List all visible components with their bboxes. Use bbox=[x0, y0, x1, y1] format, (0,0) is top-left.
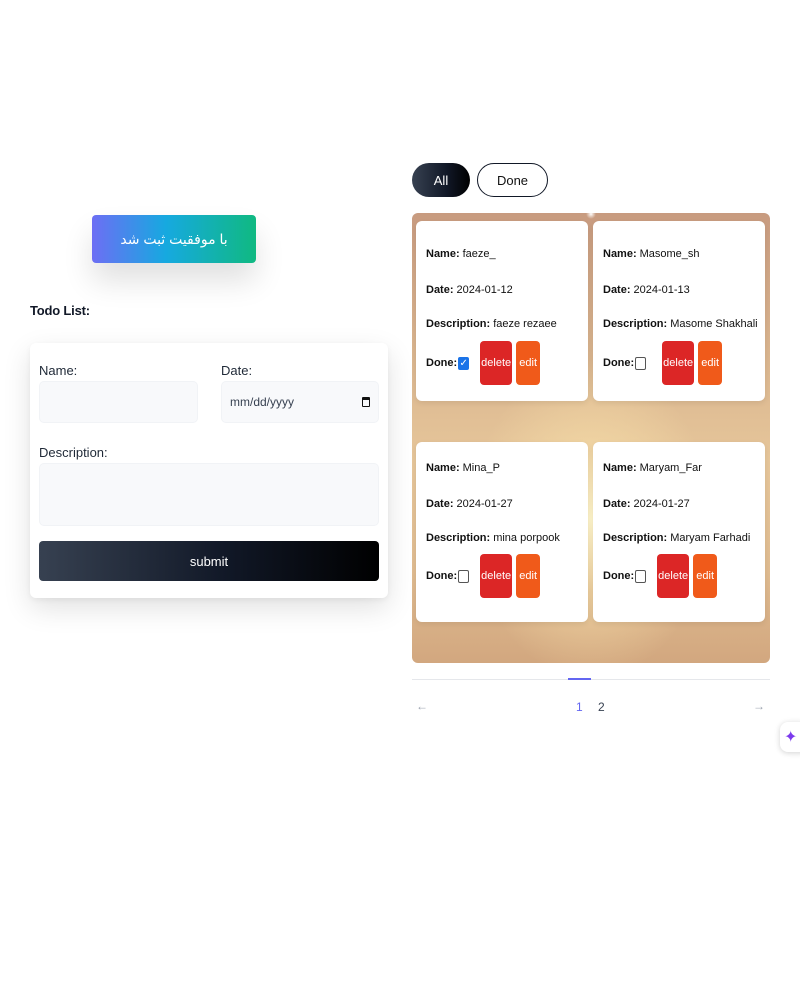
page-1-link[interactable]: 1 bbox=[576, 700, 583, 714]
edit-button[interactable]: edit bbox=[516, 554, 541, 598]
todo-name-row: Name: Masome_sh bbox=[603, 248, 700, 260]
todo-card: Name: Maryam_Far Date: 2024-01-27 Descript… bbox=[593, 442, 765, 622]
todo-card: Name: faeze_ Date: 2024-01-12 Description:… bbox=[416, 221, 588, 401]
pagination-active-indicator bbox=[568, 678, 591, 680]
todo-date-row: Date: 2024-01-13 bbox=[603, 284, 690, 296]
edit-button[interactable]: edit bbox=[516, 341, 541, 385]
todo-date: 2024-01-27 bbox=[456, 498, 513, 510]
todo-date-row: Date: 2024-01-27 bbox=[426, 498, 513, 510]
todo-date: 2024-01-13 bbox=[633, 284, 690, 296]
todo-actions: Done: ✓ delete edit bbox=[426, 341, 541, 385]
date-label: Date: bbox=[603, 498, 631, 510]
todo-date: 2024-01-12 bbox=[456, 284, 513, 296]
filter-done-button[interactable]: Done bbox=[477, 163, 548, 197]
submit-button[interactable]: submit bbox=[39, 541, 379, 581]
description-label: Description: bbox=[39, 445, 108, 460]
date-label: Date: bbox=[426, 498, 454, 510]
name-label: Name: bbox=[426, 248, 460, 260]
edit-button[interactable]: edit bbox=[693, 554, 718, 598]
page-2-link[interactable]: 2 bbox=[598, 700, 605, 714]
todo-name-row: Name: Maryam_Far bbox=[603, 462, 702, 474]
date-label: Date: bbox=[603, 284, 631, 296]
delete-button[interactable]: delete bbox=[657, 554, 690, 598]
filter-all-button[interactable]: All bbox=[412, 163, 470, 197]
todo-description: Maryam Farhadi bbox=[670, 532, 751, 544]
todo-description: faeze rezaee bbox=[493, 318, 557, 330]
section-title: Todo List: bbox=[30, 303, 90, 318]
todo-description: Masome Shakhali bbox=[670, 318, 758, 330]
next-page-arrow-icon[interactable]: → bbox=[753, 699, 765, 713]
name-label: Name: bbox=[39, 363, 78, 378]
todo-name-row: Name: faeze_ bbox=[426, 248, 496, 260]
done-checkbox[interactable] bbox=[458, 569, 470, 583]
date-input[interactable]: mm/dd/yyyy bbox=[221, 381, 379, 423]
edit-button[interactable]: edit bbox=[698, 341, 723, 385]
done-checkbox[interactable]: ✓ bbox=[458, 356, 470, 370]
todo-name-row: Name: Mina_P bbox=[426, 462, 500, 474]
todo-name: Maryam_Far bbox=[639, 462, 702, 474]
todo-actions: Done: delete edit bbox=[426, 554, 541, 598]
sparkle-icon[interactable]: ✦ bbox=[780, 722, 800, 752]
description-label: Description: bbox=[603, 532, 668, 544]
todo-card: Name: Masome_sh Date: 2024-01-13 Descripti… bbox=[593, 221, 765, 401]
todo-name: Masome_sh bbox=[639, 248, 700, 260]
date-label: Date: bbox=[426, 284, 454, 296]
description-label: Description: bbox=[603, 318, 668, 330]
delete-button[interactable]: delete bbox=[662, 341, 695, 385]
todo-description-row: Description: faeze rezaee bbox=[426, 318, 557, 330]
todo-description: mina porpook bbox=[493, 532, 560, 544]
todo-date-row: Date: 2024-01-27 bbox=[603, 498, 690, 510]
done-checkbox[interactable] bbox=[635, 569, 647, 583]
done-label: Done: bbox=[603, 357, 635, 369]
todo-actions: Done: delete edit bbox=[603, 554, 718, 598]
todo-board: Name: faeze_ Date: 2024-01-12 Description:… bbox=[412, 213, 770, 663]
done-label: Done: bbox=[426, 357, 458, 369]
name-label: Name: bbox=[603, 462, 637, 474]
todo-description-row: Description: mina porpook bbox=[426, 532, 560, 544]
todo-name: Mina_P bbox=[462, 462, 500, 474]
name-label: Name: bbox=[603, 248, 637, 260]
done-label: Done: bbox=[426, 570, 458, 582]
delete-button[interactable]: delete bbox=[480, 554, 513, 598]
pagination-divider bbox=[412, 679, 770, 680]
todo-card: Name: Mina_P Date: 2024-01-27 Description:… bbox=[416, 442, 588, 622]
prev-page-arrow-icon[interactable]: ← bbox=[416, 699, 428, 713]
name-label: Name: bbox=[426, 462, 460, 474]
todo-description-row: Description: Masome Shakhali bbox=[603, 318, 758, 330]
date-label: Date: bbox=[221, 363, 253, 378]
date-placeholder: mm/dd/yyyy bbox=[230, 395, 295, 409]
delete-button[interactable]: delete bbox=[480, 341, 513, 385]
todo-description-row: Description: Maryam Farhadi bbox=[603, 532, 750, 544]
toast-message: با موفقیت ثبت شد bbox=[120, 230, 228, 247]
description-label: Description: bbox=[426, 318, 491, 330]
todo-name: faeze_ bbox=[462, 248, 496, 260]
description-label: Description: bbox=[426, 532, 491, 544]
calendar-icon[interactable] bbox=[362, 397, 370, 407]
done-checkbox[interactable] bbox=[635, 356, 647, 370]
todo-date: 2024-01-27 bbox=[633, 498, 690, 510]
decorative-sparkle bbox=[586, 213, 596, 219]
todo-actions: Done: delete edit bbox=[603, 341, 723, 385]
todo-date-row: Date: 2024-01-12 bbox=[426, 284, 513, 296]
success-toast: با موفقیت ثبت شد bbox=[92, 215, 256, 263]
todo-form: Name: Date: mm/dd/yyyy Description: subm… bbox=[30, 343, 388, 598]
name-input[interactable] bbox=[39, 381, 198, 423]
description-input[interactable] bbox=[39, 463, 379, 526]
done-label: Done: bbox=[603, 570, 635, 582]
